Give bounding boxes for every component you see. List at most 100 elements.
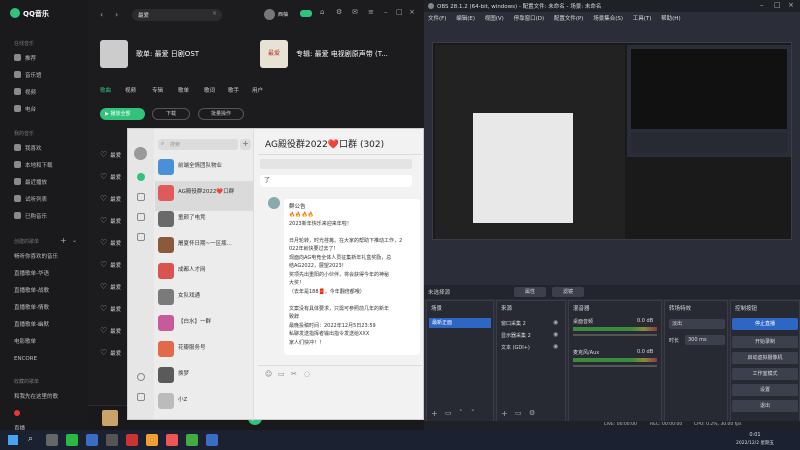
eye-icon[interactable]: ◉ <box>553 343 558 350</box>
message-bubble[interactable]: 了 <box>260 175 412 187</box>
trash-icon[interactable]: ▭ <box>445 409 452 417</box>
mail-icon[interactable]: ✉ <box>352 8 358 16</box>
volume-slider[interactable] <box>573 334 657 336</box>
play-all-button[interactable]: ▶ 播放全部 <box>100 108 145 120</box>
result-playlist[interactable]: 歌单: 最爱 日剧OST <box>136 49 246 59</box>
sidebar-item-music-hall[interactable]: 音乐馆 <box>14 71 42 81</box>
search-input[interactable]: 最爱 × <box>132 9 222 21</box>
menu-icon[interactable]: ≡ <box>368 8 374 16</box>
avatar[interactable] <box>264 9 275 20</box>
tab-singers[interactable]: 歌手 <box>228 86 239 94</box>
playlist-cover[interactable] <box>100 40 128 68</box>
gear-icon[interactable]: ⚙ <box>529 409 535 417</box>
task-view-icon[interactable] <box>46 434 58 446</box>
playlist-item[interactable]: 直播歌单-幽默 <box>14 320 84 330</box>
scene-item[interactable]: 最新正面 <box>429 318 491 328</box>
search-icon[interactable]: ⌕ <box>28 434 33 444</box>
album-cover[interactable]: 最爱 <box>260 40 288 68</box>
transition-select[interactable]: 淡出 <box>669 319 725 329</box>
close-icon[interactable]: × <box>409 8 415 16</box>
tab-videos[interactable]: 视频 <box>125 86 136 94</box>
settings-icon[interactable] <box>137 393 145 401</box>
user-name[interactable]: 西柚 <box>278 11 288 18</box>
volume-slider[interactable] <box>573 365 657 367</box>
clear-icon[interactable]: × <box>212 10 217 17</box>
playlist-item[interactable]: 直播歌单-战歌 <box>14 286 84 296</box>
sidebar-item-recommend[interactable]: 推荐 <box>14 54 36 64</box>
source-item[interactable]: 显示器采集 2 <box>501 332 551 339</box>
avatar[interactable] <box>268 197 280 209</box>
add-icon[interactable]: + <box>431 409 438 418</box>
now-playing-cover[interactable] <box>102 410 118 426</box>
chat-bubble-icon[interactable]: ◌ <box>304 370 310 378</box>
close-icon[interactable]: × <box>788 1 794 9</box>
settings-icon[interactable]: ⚙ <box>336 8 342 16</box>
add-icon[interactable]: + <box>501 409 508 418</box>
sidebar-item-local[interactable]: 本地和下载 <box>14 161 53 171</box>
menu-docks[interactable]: 停靠窗口(D) <box>514 16 545 22</box>
forward-icon[interactable]: › <box>115 10 118 19</box>
sidebar-item-recent[interactable]: 最近播放 <box>14 178 47 188</box>
heart-icon[interactable]: ♡ <box>100 194 107 203</box>
menu-tools[interactable]: 工具(T) <box>633 16 652 22</box>
add-playlist-icon[interactable]: + <box>60 236 67 245</box>
menu-scene-collection[interactable]: 场景集合(S) <box>593 16 623 22</box>
batch-button[interactable]: 批量操作 <box>198 108 244 120</box>
app-icon[interactable] <box>166 434 178 446</box>
sidebar-item-radio[interactable]: 电台 <box>14 105 36 115</box>
playlist-item[interactable]: 直播歌单-华语 <box>14 269 84 279</box>
duration-input[interactable]: 300 ms <box>685 335 725 345</box>
tab-albums[interactable]: 专辑 <box>152 86 163 94</box>
heart-icon[interactable]: ♡ <box>100 348 107 357</box>
phone-icon[interactable] <box>137 373 145 381</box>
trash-icon[interactable]: ▭ <box>515 409 522 417</box>
heart-icon[interactable]: ♡ <box>100 172 107 181</box>
shirt-icon[interactable]: ⌂ <box>320 8 324 16</box>
start-icon[interactable] <box>8 435 18 445</box>
qq-music-taskbar-icon[interactable] <box>126 434 138 446</box>
avatar[interactable] <box>134 147 147 160</box>
obs-preview[interactable] <box>432 42 792 240</box>
sidebar-item-video[interactable]: 视频 <box>14 88 36 98</box>
maximize-icon[interactable]: □ <box>396 8 403 16</box>
folder-icon[interactable] <box>146 434 158 446</box>
heart-icon[interactable]: ♡ <box>100 216 107 225</box>
playlist-item[interactable]: 畅听你喜欢的音乐 <box>14 252 84 262</box>
app-icon[interactable] <box>186 434 198 446</box>
virtual-camera-button[interactable]: 启动虚拟摄像机 <box>732 352 798 364</box>
tab-playlists[interactable]: 歌单 <box>178 86 189 94</box>
stop-streaming-button[interactable]: 停止直播 <box>732 318 798 330</box>
heart-icon[interactable]: ♡ <box>100 238 107 247</box>
sidebar-item-liked[interactable]: 我喜欢 <box>14 144 42 154</box>
chevron-down-icon[interactable]: ˅ <box>471 409 475 417</box>
settings-button[interactable]: 设置 <box>732 384 798 396</box>
studio-mode-button[interactable]: 工作室模式 <box>732 368 798 380</box>
heart-icon[interactable]: ♡ <box>100 260 107 269</box>
tab-songs[interactable]: 歌曲 <box>100 86 111 94</box>
scissors-icon[interactable]: ✂ <box>291 370 297 378</box>
heart-icon[interactable]: ♡ <box>100 150 107 159</box>
chevron-down-icon[interactable]: ⌄ <box>72 237 77 244</box>
menu-profile[interactable]: 配置文件(P) <box>554 16 584 22</box>
source-item[interactable]: 窗口采集 2 <box>501 320 551 327</box>
menu-edit[interactable]: 编辑(E) <box>456 16 475 22</box>
chat-search-input[interactable]: ⌕ 搜索 <box>158 139 238 150</box>
clock-time[interactable]: 0:01 <box>735 432 775 438</box>
result-album[interactable]: 专辑: 最爱 电视剧原声带 (T... <box>296 49 406 59</box>
chevron-up-icon[interactable]: ˄ <box>459 409 463 417</box>
menu-help[interactable]: 帮助(H) <box>661 16 680 22</box>
heart-icon[interactable]: ♡ <box>100 282 107 291</box>
folder-icon[interactable]: ▭ <box>278 370 285 378</box>
heart-icon[interactable]: ♡ <box>100 304 107 313</box>
exit-button[interactable]: 退出 <box>732 400 798 412</box>
pinned-banner[interactable] <box>260 159 412 169</box>
add-button[interactable]: + <box>240 139 251 150</box>
menu-file[interactable]: 文件(F) <box>428 16 446 22</box>
group-notice-bubble[interactable]: 群公告 🔥🔥🔥🔥 2023新年快乐来迎来年啦！ 日月轮转，时光荏苒。在大家的帮助下推… <box>284 199 420 355</box>
menu-view[interactable]: 视图(V) <box>485 16 504 22</box>
source-item[interactable]: 文本 (GDI+) <box>501 344 551 351</box>
app-icon[interactable] <box>106 434 118 446</box>
sidebar-item-purchased[interactable]: 已购音乐 <box>14 212 47 222</box>
minimize-icon[interactable]: – <box>384 8 388 16</box>
app-icon[interactable] <box>206 434 218 446</box>
